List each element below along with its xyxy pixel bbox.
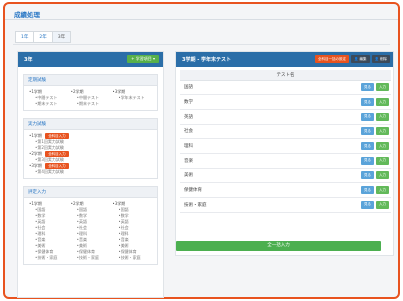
- table-row: 保健体育 見る 入力: [180, 182, 391, 198]
- delete-button[interactable]: 👤 削除: [371, 55, 390, 63]
- grade-entry-section: 評定入力 •1学期 •国語 •数学 •英語 •社会 •理科 •音楽 •美術 •保健体育 •技術・家…: [23, 186, 158, 265]
- subject-name: 社会: [180, 124, 305, 140]
- subject-name: 保健体育: [180, 182, 305, 198]
- subject-name: 美術: [180, 168, 305, 184]
- grade-tabs: 1年 2年 3年: [15, 31, 72, 43]
- exam-link[interactable]: •期末テスト: [29, 101, 69, 107]
- add-item-button[interactable]: + 学習項目 ▾: [127, 55, 159, 63]
- input-button[interactable]: 入力: [376, 142, 389, 151]
- input-button[interactable]: 入力: [376, 98, 389, 107]
- term-label: •1学期: [29, 133, 42, 138]
- view-button[interactable]: 見る: [361, 200, 374, 209]
- table-row: 美術 見る 入力: [180, 168, 391, 184]
- tab-2[interactable]: 2年: [33, 31, 52, 43]
- subject-name: 理科: [180, 138, 305, 154]
- page-title: 成績処理: [14, 11, 40, 19]
- input-button[interactable]: 入力: [376, 112, 389, 121]
- input-button[interactable]: 入力: [376, 83, 389, 92]
- table-header: テスト名: [180, 70, 391, 81]
- section-title: 評定入力: [24, 187, 157, 198]
- subject-name: 国語: [180, 80, 305, 96]
- subject-table: テスト名 国語 見る 入力 数学 見る 入力 英語 見る 入力 社会 見る 入力 理科 見る 入力 音楽 見る入…: [180, 70, 391, 213]
- table-row: 社会 見る 入力: [180, 124, 391, 140]
- view-button[interactable]: 見る: [361, 83, 374, 92]
- left-panel: 3年 + 学習項目 ▾ 定期試験 •1学期 •中間テスト •期末テスト •2学期…: [17, 51, 164, 298]
- table-row: 音楽 見る 入力: [180, 153, 391, 169]
- input-button[interactable]: 入力: [376, 186, 389, 195]
- subject-link[interactable]: •技術・家庭: [71, 255, 111, 261]
- view-button[interactable]: 見る: [361, 98, 374, 107]
- view-button[interactable]: 見る: [361, 127, 374, 136]
- subject-link[interactable]: •技術・家庭: [29, 255, 69, 261]
- divider: [5, 19, 398, 20]
- table-row: 技術・家庭 見る 入力: [180, 197, 391, 213]
- term-label: •3学期: [29, 163, 42, 168]
- term-label: •2学期: [29, 151, 42, 156]
- divider: [13, 44, 390, 45]
- class-label: 3年: [24, 57, 33, 63]
- panel-header: 3学期 - 学年末テスト 全科目一括の設定 👤 編集 👤 削除: [176, 52, 393, 67]
- right-panel: 3学期 - 学年末テスト 全科目一括の設定 👤 編集 👤 削除 テスト名 国語見…: [175, 51, 394, 256]
- subject-name: 数学: [180, 94, 305, 110]
- bulk-input-button[interactable]: 全一括入力: [176, 241, 381, 251]
- table-row: 理科 見る 入力: [180, 138, 391, 154]
- view-button[interactable]: 見る: [361, 171, 374, 180]
- view-button[interactable]: 見る: [361, 112, 374, 121]
- tab-3[interactable]: 3年: [51, 31, 72, 43]
- subject-name: 音楽: [180, 153, 305, 169]
- exam-title: 3学期 - 学年末テスト: [182, 57, 232, 63]
- edit-button[interactable]: 👤 編集: [351, 55, 370, 63]
- proficiency-exam-section: 実力試験 •1学期 全科目入力 •第1回実力試験 •第2回実力試験 •2学期 全…: [23, 118, 158, 179]
- exam-link[interactable]: •学年末テスト: [112, 95, 152, 101]
- view-button[interactable]: 見る: [361, 186, 374, 195]
- table-row: 国語 見る 入力: [180, 80, 391, 96]
- subject-link[interactable]: •技術・家庭: [112, 255, 152, 261]
- view-button[interactable]: 見る: [361, 156, 374, 165]
- exam-link[interactable]: •期末テスト: [71, 101, 111, 107]
- tab-1[interactable]: 1年: [15, 31, 34, 43]
- input-button[interactable]: 入力: [376, 127, 389, 136]
- regular-exam-section: 定期試験 •1学期 •中間テスト •期末テスト •2学期 •中間テスト •期末テ…: [23, 74, 158, 111]
- input-button[interactable]: 入力: [376, 200, 389, 209]
- section-title: 定期試験: [24, 75, 157, 86]
- subject-name: 英語: [180, 109, 305, 125]
- bulk-settings-button[interactable]: 全科目一括の設定: [315, 55, 350, 63]
- table-row: 数学 見る 入力: [180, 94, 391, 110]
- section-title: 実力試験: [24, 119, 157, 130]
- view-button[interactable]: 見る: [361, 142, 374, 151]
- table-row: 英語 見る 入力: [180, 109, 391, 125]
- input-button[interactable]: 入力: [376, 156, 389, 165]
- subject-name: 技術・家庭: [180, 197, 305, 213]
- exam-link[interactable]: •第4回実力試験: [29, 169, 152, 175]
- panel-header: 3年 + 学習項目 ▾: [18, 52, 163, 67]
- input-button[interactable]: 入力: [376, 171, 389, 180]
